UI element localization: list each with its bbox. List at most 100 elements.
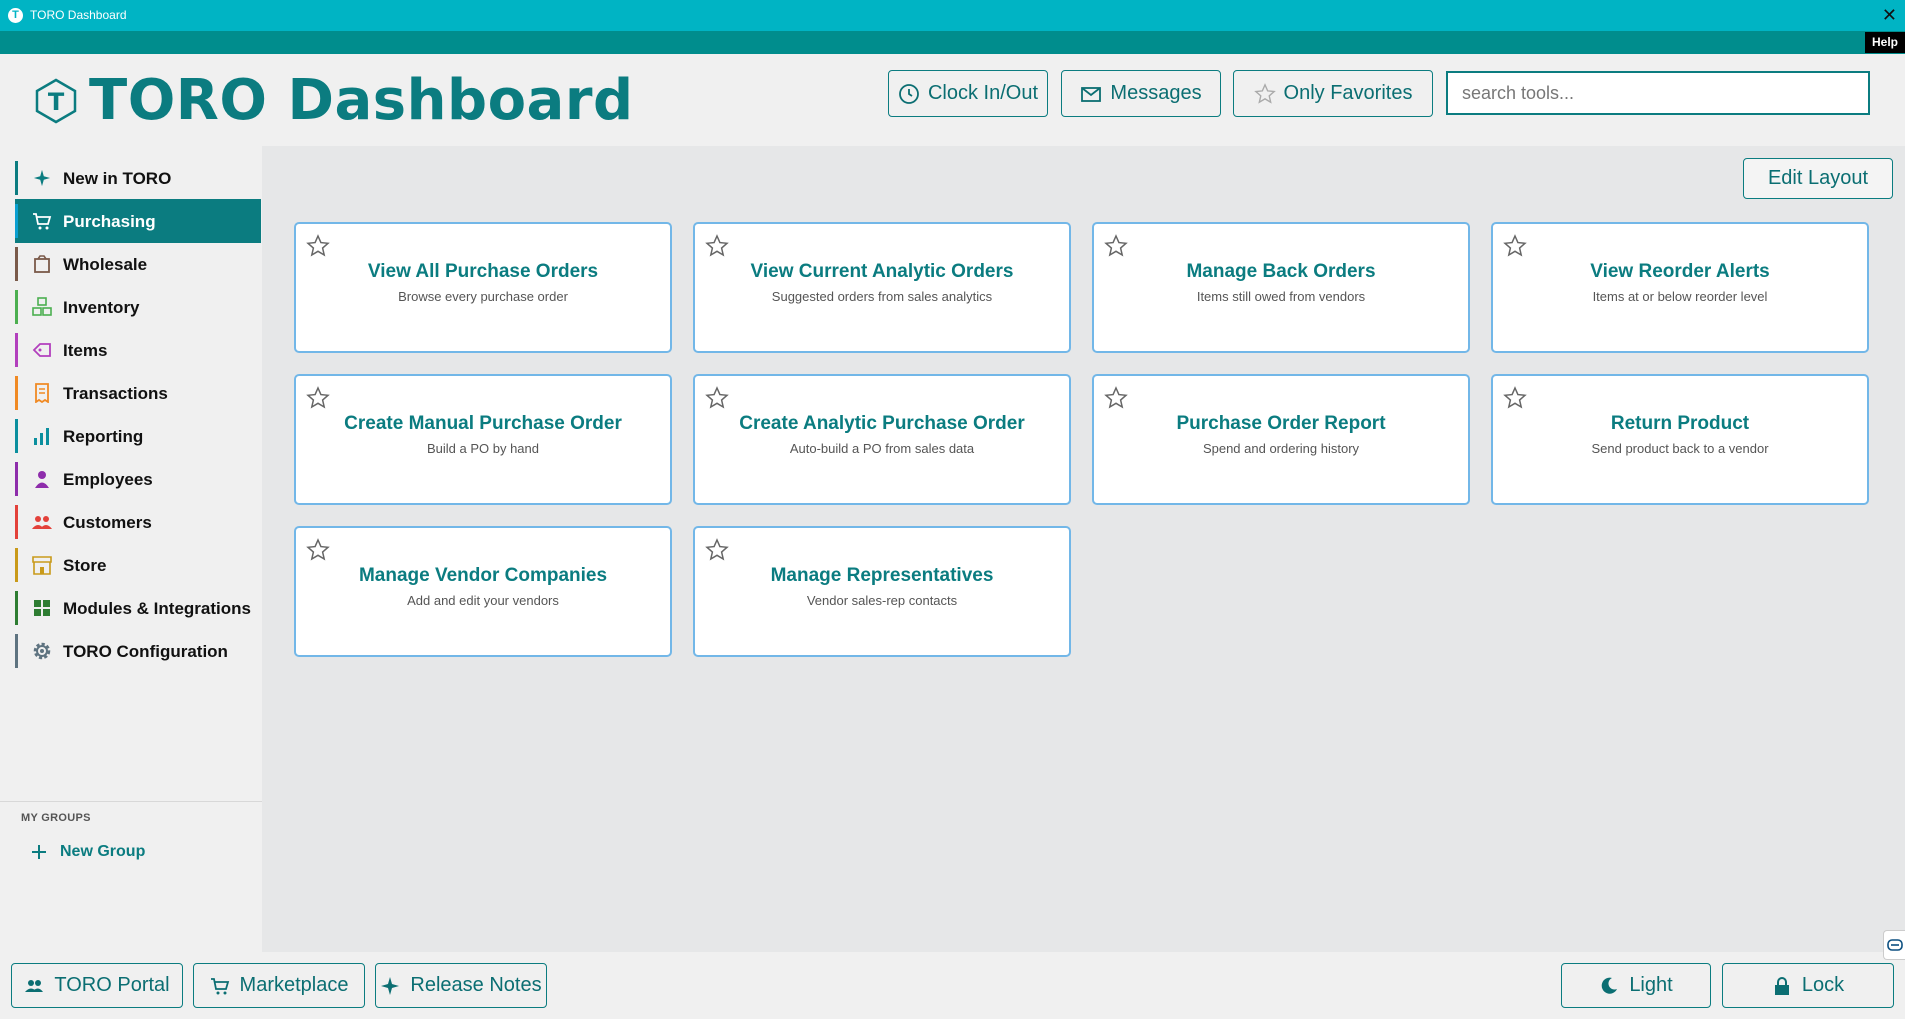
favorite-star-icon[interactable] — [306, 234, 330, 258]
sidebar-item-label: Transactions — [63, 384, 168, 403]
new-group-label: New Group — [60, 843, 146, 860]
star-icon — [1253, 82, 1276, 104]
sidebar-item-customers[interactable]: Customers — [15, 500, 261, 544]
close-icon[interactable]: ✕ — [1882, 4, 1897, 26]
tool-card[interactable]: View Current Analytic Orders Suggested or… — [693, 222, 1071, 353]
boxes-icon — [31, 296, 53, 318]
app-logo-icon: T — [8, 8, 23, 23]
sidebar-item-accent-bar — [15, 419, 18, 453]
sidebar-item-store[interactable]: Store — [15, 543, 261, 587]
my-groups-heading: MY GROUPS — [21, 812, 91, 824]
sidebar-item-accent-bar — [15, 462, 18, 496]
tool-card-title: Manage Representatives — [770, 565, 994, 586]
sidebar-item-inventory[interactable]: Inventory — [15, 285, 261, 329]
tool-card[interactable]: Return Product Send product back to a ven… — [1491, 374, 1869, 505]
tool-card[interactable]: Create Manual Purchase Order Build a PO b… — [294, 374, 672, 505]
marketplace-button[interactable]: Marketplace — [193, 963, 365, 1008]
receipt-icon — [31, 382, 53, 404]
sidebar-item-accent-bar — [15, 333, 18, 367]
sidebar-item-items[interactable]: Items — [15, 328, 261, 372]
header: T TORO Dashboard Clock In/Out Messages O… — [0, 54, 1905, 146]
messages-button[interactable]: Messages — [1061, 70, 1221, 117]
sidebar-item-modules-integrations[interactable]: Modules & Integrations — [15, 586, 261, 630]
tool-card[interactable]: Create Analytic Purchase Order Auto-build… — [693, 374, 1071, 505]
sidebar-item-accent-bar — [15, 591, 18, 625]
search-input[interactable] — [1446, 71, 1870, 115]
toro-portal-button[interactable]: TORO Portal — [11, 963, 183, 1008]
favorite-star-icon[interactable] — [705, 386, 729, 410]
clock-in-out-label: Clock In/Out — [927, 82, 1039, 104]
tool-card[interactable]: Purchase Order Report Spend and ordering … — [1092, 374, 1470, 505]
release-notes-button[interactable]: Release Notes — [375, 963, 547, 1008]
sidebar-item-label: TORO Configuration — [63, 642, 228, 661]
sidebar-item-label: Modules & Integrations — [63, 599, 251, 618]
sidebar-item-accent-bar — [15, 204, 18, 238]
tool-card[interactable]: View All Purchase Orders Browse every pur… — [294, 222, 672, 353]
sidebar-divider — [0, 801, 262, 802]
lock-icon — [1774, 976, 1789, 995]
sidebar-item-reporting[interactable]: Reporting — [15, 414, 261, 458]
edit-layout-button[interactable]: Edit Layout — [1743, 158, 1893, 199]
sidebar-item-new-in-toro[interactable]: New in TORO — [15, 156, 261, 200]
side-panel-tab[interactable] — [1883, 930, 1905, 960]
sidebar-item-label: Purchasing — [63, 212, 156, 231]
plus-icon — [32, 845, 46, 859]
tool-card[interactable]: Manage Vendor Companies Add and edit your… — [294, 526, 672, 657]
people-icon — [25, 979, 44, 992]
favorite-star-icon[interactable] — [306, 386, 330, 410]
tool-card-subtitle: Browse every purchase order — [398, 289, 568, 304]
main-content: Edit Layout View All Purchase Orders Brow… — [262, 146, 1905, 952]
only-favorites-label: Only Favorites — [1283, 82, 1413, 104]
app-title: TORO Dashboard — [89, 68, 634, 133]
tool-card-subtitle: Send product back to a vendor — [1591, 441, 1769, 456]
people-icon — [31, 511, 53, 533]
favorite-star-icon[interactable] — [1503, 234, 1527, 258]
tool-card-subtitle: Build a PO by hand — [426, 441, 540, 456]
tool-card[interactable]: Manage Representatives Vendor sales-rep c… — [693, 526, 1071, 657]
favorite-star-icon[interactable] — [1104, 234, 1128, 258]
sidebar-item-accent-bar — [15, 376, 18, 410]
sidebar-item-label: Wholesale — [63, 255, 148, 274]
clock-icon — [899, 83, 919, 104]
sidebar-item-label: Customers — [63, 513, 152, 532]
sparkle-icon — [381, 976, 400, 995]
sidebar-item-transactions[interactable]: Transactions — [15, 371, 261, 415]
favorite-star-icon[interactable] — [306, 538, 330, 562]
tool-card-title: View All Purchase Orders — [367, 261, 599, 282]
tool-card-title: Purchase Order Report — [1176, 413, 1386, 434]
tool-card[interactable]: View Reorder Alerts Items at or below reo… — [1491, 222, 1869, 353]
moon-icon — [1602, 977, 1618, 994]
only-favorites-button[interactable]: Only Favorites — [1233, 70, 1433, 117]
sidebar-item-label: Store — [63, 556, 107, 575]
sidebar-item-employees[interactable]: Employees — [15, 457, 261, 501]
messages-label: Messages — [1110, 82, 1202, 104]
footer: TORO Portal Marketplace Release Notes Li… — [0, 952, 1905, 1019]
tool-card-title: Manage Vendor Companies — [358, 565, 608, 586]
new-group-button[interactable]: New Group — [30, 843, 145, 861]
sidebar-item-toro-configuration[interactable]: TORO Configuration — [15, 629, 261, 673]
sidebar-item-accent-bar — [15, 505, 18, 539]
tool-card-subtitle: Spend and ordering history — [1202, 441, 1360, 456]
tool-card-title: Manage Back Orders — [1186, 261, 1376, 282]
window-title: TORO Dashboard — [30, 8, 127, 22]
tool-card-subtitle: Items still owed from vendors — [1196, 289, 1366, 304]
sidebar-item-wholesale[interactable]: Wholesale — [15, 242, 261, 286]
sidebar-item-label: Employees — [63, 470, 153, 489]
favorite-star-icon[interactable] — [705, 234, 729, 258]
theme-toggle-button[interactable]: Light — [1561, 963, 1711, 1008]
tool-card[interactable]: Manage Back Orders Items still owed from … — [1092, 222, 1470, 353]
sidebar-item-accent-bar — [15, 634, 18, 668]
help-button[interactable]: Help — [1865, 32, 1905, 53]
favorite-star-icon[interactable] — [1104, 386, 1128, 410]
tool-card-title: Create Analytic Purchase Order — [739, 413, 1025, 434]
clock-in-out-button[interactable]: Clock In/Out — [888, 70, 1048, 117]
sidebar-item-label: New in TORO — [63, 169, 172, 188]
box-icon — [31, 253, 53, 275]
sidebar-item-purchasing[interactable]: Purchasing — [15, 199, 261, 243]
tool-card-subtitle: Auto-build a PO from sales data — [789, 441, 975, 456]
favorite-star-icon[interactable] — [1503, 386, 1527, 410]
lock-button[interactable]: Lock — [1722, 963, 1894, 1008]
envelope-icon — [1081, 86, 1102, 102]
lock-label: Lock — [1801, 974, 1845, 996]
favorite-star-icon[interactable] — [705, 538, 729, 562]
